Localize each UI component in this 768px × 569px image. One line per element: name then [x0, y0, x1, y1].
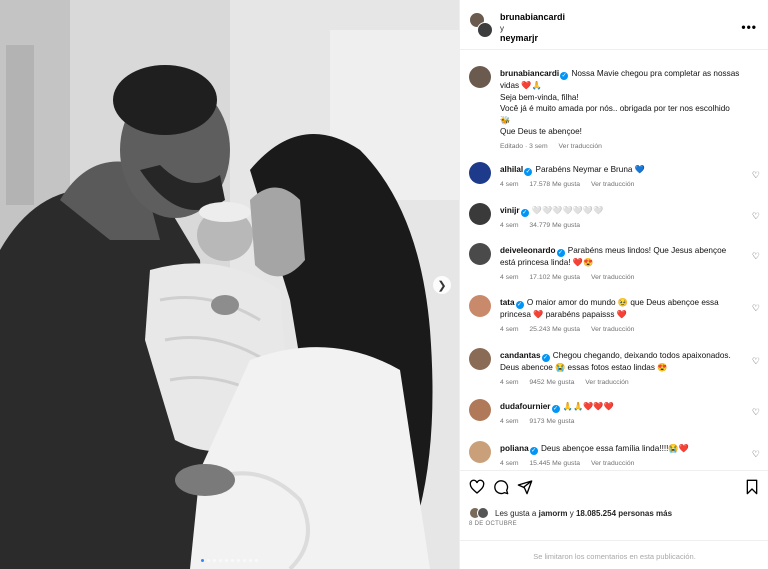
comment-text: 🙏🙏❤️❤️❤️ [562, 402, 614, 411]
heart-icon[interactable] [469, 479, 485, 495]
collab-username[interactable]: neymarjr [500, 33, 538, 43]
translate-link[interactable]: Ver traducción [591, 274, 634, 281]
carousel-dots [0, 559, 459, 562]
translate-link[interactable]: Ver traducción [591, 326, 634, 333]
comment-username[interactable]: dudafournier [500, 402, 551, 411]
avatar[interactable] [477, 22, 493, 38]
comment-heart-icon[interactable]: ♡ [752, 303, 760, 314]
verified-icon: ✓ [515, 301, 524, 309]
comment-likes[interactable]: 34.779 Me gusta [529, 222, 580, 229]
verified-icon: ✓ [541, 354, 550, 362]
comment-heart-icon[interactable]: ♡ [752, 407, 760, 418]
comment-time[interactable]: 4 sem [500, 460, 519, 467]
post-date[interactable]: 8 DE OCTUBRE [469, 521, 517, 527]
avatar[interactable] [469, 441, 491, 463]
bookmark-icon[interactable] [744, 479, 760, 495]
carousel-dot [201, 559, 204, 562]
verified-icon: ✓ [529, 447, 538, 455]
comment-likes[interactable]: 9173 Me gusta [529, 418, 574, 425]
likes-prefix: Les gusta a [495, 508, 537, 518]
comment-likes[interactable]: 17.102 Me gusta [529, 274, 580, 281]
comments-limited-notice: Se limitaron los comentarios en esta pub… [460, 540, 768, 561]
avatar[interactable] [469, 348, 491, 370]
likes-count[interactable]: 18.085.254 personas más [576, 509, 672, 518]
avatar[interactable] [469, 203, 491, 225]
comment-time[interactable]: 4 sem [500, 181, 519, 188]
post-photo[interactable]: ❯ [0, 0, 459, 569]
comment-username[interactable]: deiveleonardo [500, 246, 556, 255]
verified-icon: ✓ [556, 249, 565, 257]
caption-username[interactable]: brunabiancardi [500, 69, 559, 78]
post-sidebar: brunabiancardi y neymarjr ••• brunabianc… [459, 0, 768, 569]
comment-icon[interactable] [493, 479, 509, 495]
verified-icon: ✓ [560, 72, 569, 80]
comment-heart-icon[interactable]: ♡ [752, 211, 760, 222]
comment-time[interactable]: 4 sem [500, 222, 519, 229]
comment-heart-icon[interactable]: ♡ [752, 356, 760, 367]
comment-text: Deus abençoe essa família linda!!!!😭❤️ [540, 444, 689, 453]
comment-heart-icon[interactable]: ♡ [752, 449, 760, 460]
carousel-dot [219, 559, 222, 562]
translate-link[interactable]: Ver traducción [585, 379, 628, 386]
carousel-dot [225, 559, 228, 562]
carousel-dot [249, 559, 252, 562]
comment-text: O maior amor do mundo 🥹 que Deus abençoe… [500, 298, 719, 319]
carousel-dot [237, 559, 240, 562]
verified-icon: ✓ [551, 405, 560, 413]
carousel-dot [255, 559, 258, 562]
send-icon[interactable] [517, 479, 533, 495]
collab-conjunction: y [500, 24, 504, 33]
comment-text: 🤍🤍🤍🤍🤍🤍🤍 [531, 206, 604, 215]
carousel-dot [243, 559, 246, 562]
translate-link[interactable]: Ver traducción [591, 460, 634, 467]
likes-user[interactable]: jamorm [539, 509, 568, 518]
comment-username[interactable]: poliana [500, 444, 529, 453]
avatar[interactable] [469, 295, 491, 317]
post-actions: Les gusta a jamorm y 18.085.254 personas… [460, 470, 768, 569]
verified-icon: ✓ [524, 168, 533, 176]
comment-time[interactable]: 4 sem [500, 379, 519, 386]
author-username[interactable]: brunabiancardi [500, 12, 565, 22]
carousel-next-button[interactable]: ❯ [433, 276, 451, 294]
caption-line: Seja bem-vinda, filha! [500, 92, 579, 102]
avatar[interactable] [469, 243, 491, 265]
carousel-dot [213, 559, 216, 562]
carousel-dot [231, 559, 234, 562]
comment-likes[interactable]: 9452 Me gusta [529, 379, 574, 386]
likes-summary[interactable]: Les gusta a jamorm y 18.085.254 personas… [469, 507, 672, 519]
collab-avatars[interactable] [469, 12, 493, 38]
comment-likes[interactable]: 15.445 Me gusta [529, 460, 580, 467]
avatar[interactable] [469, 399, 491, 421]
comment-likes[interactable]: 17.578 Me gusta [529, 181, 580, 188]
comment-username[interactable]: tata [500, 298, 515, 307]
comment-time[interactable]: 4 sem [500, 418, 519, 425]
comment-username[interactable]: vinijr [500, 206, 520, 215]
comment-heart-icon[interactable]: ♡ [752, 170, 760, 181]
caption-edited: Editado · 3 sem [500, 142, 548, 150]
verified-icon: ✓ [520, 209, 529, 217]
post-header: brunabiancardi y neymarjr ••• [460, 0, 768, 50]
comments-list[interactable]: brunabiancardi ✓ Nossa Mavie chegou pra c… [460, 50, 768, 470]
caption-line: Você já é muito amada por nós.. obrigada… [500, 104, 730, 125]
comment-username[interactable]: alhilal [500, 165, 523, 174]
translate-link[interactable]: Ver traducción [559, 143, 602, 150]
comment-username[interactable]: candantas [500, 351, 541, 360]
translate-link[interactable]: Ver traducción [591, 181, 634, 188]
caption-line: Que Deus te abençoe! [500, 127, 582, 136]
comment-text: Parabéns Neymar e Bruna 💙 [535, 165, 645, 174]
avatar[interactable] [469, 66, 491, 88]
comment-time[interactable]: 4 sem [500, 274, 519, 281]
avatar[interactable] [469, 162, 491, 184]
comment-likes[interactable]: 25.243 Me gusta [529, 326, 580, 333]
comment-heart-icon[interactable]: ♡ [752, 251, 760, 262]
avatar [477, 507, 489, 519]
photo-scene [0, 0, 459, 569]
likes-middle: y [569, 508, 574, 518]
comment-time[interactable]: 4 sem [500, 326, 519, 333]
more-horizontal-icon[interactable]: ••• [741, 20, 757, 34]
carousel-dot [207, 559, 210, 562]
